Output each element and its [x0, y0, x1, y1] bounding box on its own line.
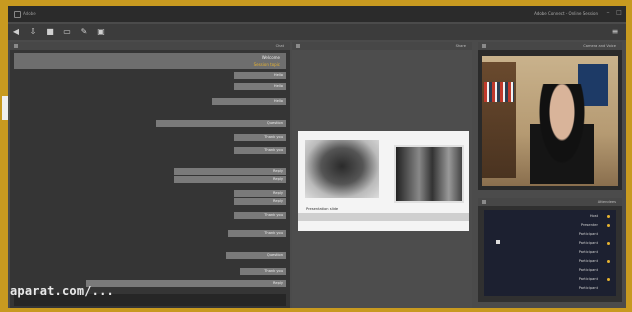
slide-photo: [394, 145, 464, 203]
attendee-name[interactable]: Participant: [579, 241, 598, 245]
layout-icon[interactable]: ▣: [96, 27, 106, 37]
status-icon: [607, 224, 610, 227]
presenter-person: [530, 84, 594, 184]
screen-icon[interactable]: ▭: [62, 27, 72, 37]
slide-caption: Presentation slide: [306, 207, 339, 211]
maximize-icon[interactable]: □: [615, 9, 623, 17]
attendee-name[interactable]: Host: [590, 214, 598, 218]
chat-message: Hello: [234, 72, 286, 79]
chat-message: Thank you: [228, 230, 286, 237]
attendees-pod-title: Attendees: [597, 200, 616, 204]
status-icon: [607, 260, 610, 263]
camera-pod-title: Camera and Voice: [583, 44, 616, 48]
app-icon: [14, 11, 21, 18]
chat-message: Thank you: [234, 212, 286, 219]
status-icon: [607, 215, 610, 218]
pod-menu-icon[interactable]: [296, 44, 300, 48]
chat-message: Reply: [234, 190, 286, 197]
camera-pod: Camera and Voice: [478, 42, 622, 190]
minimize-icon[interactable]: –: [604, 9, 612, 17]
chat-topic: Welcome Session topic: [14, 53, 286, 69]
pod-menu-icon[interactable]: [482, 200, 486, 204]
pod-menu-icon[interactable]: [482, 44, 486, 48]
chat-message: Hello: [234, 83, 286, 90]
chat-message: Thank you: [234, 134, 286, 141]
attendees-pod: Attendees Host Presenter Participant Par…: [478, 198, 622, 302]
chat-message: Question: [156, 120, 286, 127]
attendee-name[interactable]: Participant: [579, 286, 598, 290]
attendee-name[interactable]: Participant: [579, 259, 598, 263]
chat-message: Reply: [86, 280, 286, 287]
bookshelf: [482, 62, 516, 178]
chat-pod: Chat Welcome Session topic Hello Hello H…: [10, 42, 290, 308]
watermark: aparat.com/...: [10, 284, 114, 298]
chat-message: Reply: [174, 176, 286, 183]
pod-menu-icon[interactable]: [14, 44, 18, 48]
chat-topic-line1: Welcome: [261, 55, 280, 60]
camera-pod-header: Camera and Voice: [478, 42, 622, 50]
window-title: Adobe Connect - Online Session: [534, 11, 598, 16]
attendee-name[interactable]: Participant: [579, 268, 598, 272]
camera-icon[interactable]: ■: [45, 27, 55, 37]
shared-slide: Presentation slide Caption: [298, 131, 469, 231]
slide-stripe: [298, 213, 469, 221]
attendee-list: Host Presenter Participant Participant P…: [484, 210, 616, 296]
chat-pod-title: Chat: [275, 44, 284, 48]
chat-message: Reply: [174, 168, 286, 175]
attendee-name[interactable]: Participant: [579, 232, 598, 236]
attendee-name[interactable]: Participant: [579, 250, 598, 254]
chat-message: Reply: [234, 198, 286, 205]
title-bar: Adobe Adobe Connect - Online Session – □: [8, 6, 626, 22]
status-icon: [607, 278, 610, 281]
share-pod-header: Share: [292, 42, 472, 50]
toolbar: ◀ ⇩ ■ ▭ ✎ ▣ ≡: [8, 24, 626, 40]
chat-topic-line2: Session topic: [253, 62, 280, 67]
side-tab[interactable]: [2, 96, 8, 120]
chat-messages: Hello Hello Hello Question Thank you Tha…: [18, 72, 286, 292]
mic-icon[interactable]: ⇩: [28, 27, 38, 37]
chat-pod-header: Chat: [10, 42, 290, 50]
user-icon: [496, 240, 500, 244]
attendee-name[interactable]: Participant: [579, 277, 598, 281]
chat-message: Question: [226, 252, 286, 259]
menu-icon[interactable]: ≡: [610, 27, 620, 37]
status-icon: [607, 242, 610, 245]
app-title: Adobe: [23, 11, 36, 16]
attendee-name[interactable]: Presenter: [581, 223, 598, 227]
pen-icon[interactable]: ✎: [79, 27, 89, 37]
chat-message: Thank you: [234, 147, 286, 154]
share-pod-title: Share: [455, 44, 466, 48]
attendees-pod-header: Attendees: [478, 198, 622, 206]
slide-photo: [305, 140, 379, 198]
chat-message: Thank you: [240, 268, 286, 275]
speaker-icon[interactable]: ◀: [11, 27, 21, 37]
chat-message: Hello: [212, 98, 286, 105]
webcam-video: [482, 56, 618, 186]
